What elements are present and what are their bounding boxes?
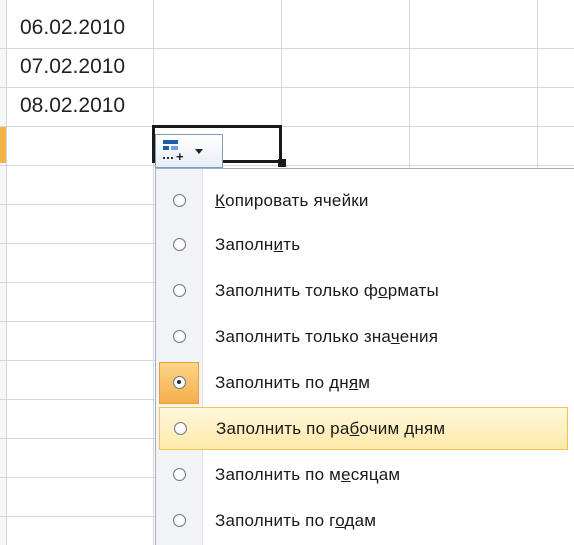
menu-item-label: Заполнить только значения xyxy=(215,326,439,346)
radio-button[interactable] xyxy=(159,270,199,312)
grid-line xyxy=(6,0,7,545)
menu-item[interactable]: Заполнить по дням xyxy=(159,361,568,404)
radio-checked-icon xyxy=(172,376,186,389)
menu-item[interactable]: Заполнить xyxy=(159,223,568,266)
radio-button[interactable] xyxy=(159,180,199,222)
menu-item-label: Заполнить xyxy=(215,234,301,254)
menu-item[interactable]: Заполнить по рабочим дням xyxy=(159,407,568,450)
menu-item[interactable]: Заполнить только значения xyxy=(159,315,568,358)
access-key: К xyxy=(215,190,226,210)
radio-button[interactable] xyxy=(159,316,199,358)
access-key: я xyxy=(348,372,359,392)
fill-handle[interactable] xyxy=(278,159,286,167)
radio-unchecked-icon xyxy=(172,284,186,297)
date-cell[interactable]: 06.02.2010 xyxy=(20,13,152,43)
menu-item-label: Заполнить по дням xyxy=(215,372,371,392)
grid-line xyxy=(0,87,574,88)
grid-line xyxy=(153,0,154,545)
menu-item-label: Заполнить по рабочим дням xyxy=(216,418,446,438)
menu-item[interactable]: Копировать ячейки xyxy=(159,179,568,222)
radio-button[interactable] xyxy=(159,454,199,496)
grid-line xyxy=(0,165,574,166)
radio-unchecked-icon xyxy=(172,330,186,343)
menu-item-label: Копировать ячейки xyxy=(215,190,369,210)
date-cell[interactable]: 07.02.2010 xyxy=(20,52,152,82)
menu-item[interactable]: Заполнить только форматы xyxy=(159,269,568,312)
menu-item-label: Заполнить по годам xyxy=(215,510,377,530)
menu-item[interactable]: Заполнить по годам xyxy=(159,499,568,542)
access-key: е xyxy=(341,464,351,484)
menu-item-label: Заполнить по месяцам xyxy=(215,464,401,484)
radio-unchecked-icon xyxy=(172,468,186,481)
radio-button[interactable] xyxy=(159,361,199,404)
access-key: ч xyxy=(390,326,400,346)
radio-unchecked-icon xyxy=(172,194,186,207)
radio-button[interactable] xyxy=(159,500,199,542)
radio-unchecked-icon xyxy=(172,514,186,527)
radio-unchecked-icon xyxy=(173,422,187,435)
menu-item[interactable]: Заполнить по месяцам xyxy=(159,453,568,496)
date-cell[interactable]: 08.02.2010 xyxy=(20,91,152,121)
radio-button[interactable] xyxy=(159,224,199,266)
autofill-options-menu: Копировать ячейки Заполнить Заполнить толь… xyxy=(155,168,574,545)
grid-line xyxy=(0,48,574,49)
radio-unchecked-icon xyxy=(172,238,186,251)
radio-button[interactable] xyxy=(160,408,200,450)
grid-line xyxy=(0,126,574,127)
access-key: о xyxy=(378,280,388,300)
autofill-options-button[interactable]: + xyxy=(155,134,223,168)
access-key: б xyxy=(349,418,360,438)
chevron-down-icon xyxy=(195,148,203,154)
access-key: и xyxy=(273,234,284,254)
autofill-options-icon: + xyxy=(163,140,187,163)
menu-item-label: Заполнить только форматы xyxy=(215,280,439,300)
